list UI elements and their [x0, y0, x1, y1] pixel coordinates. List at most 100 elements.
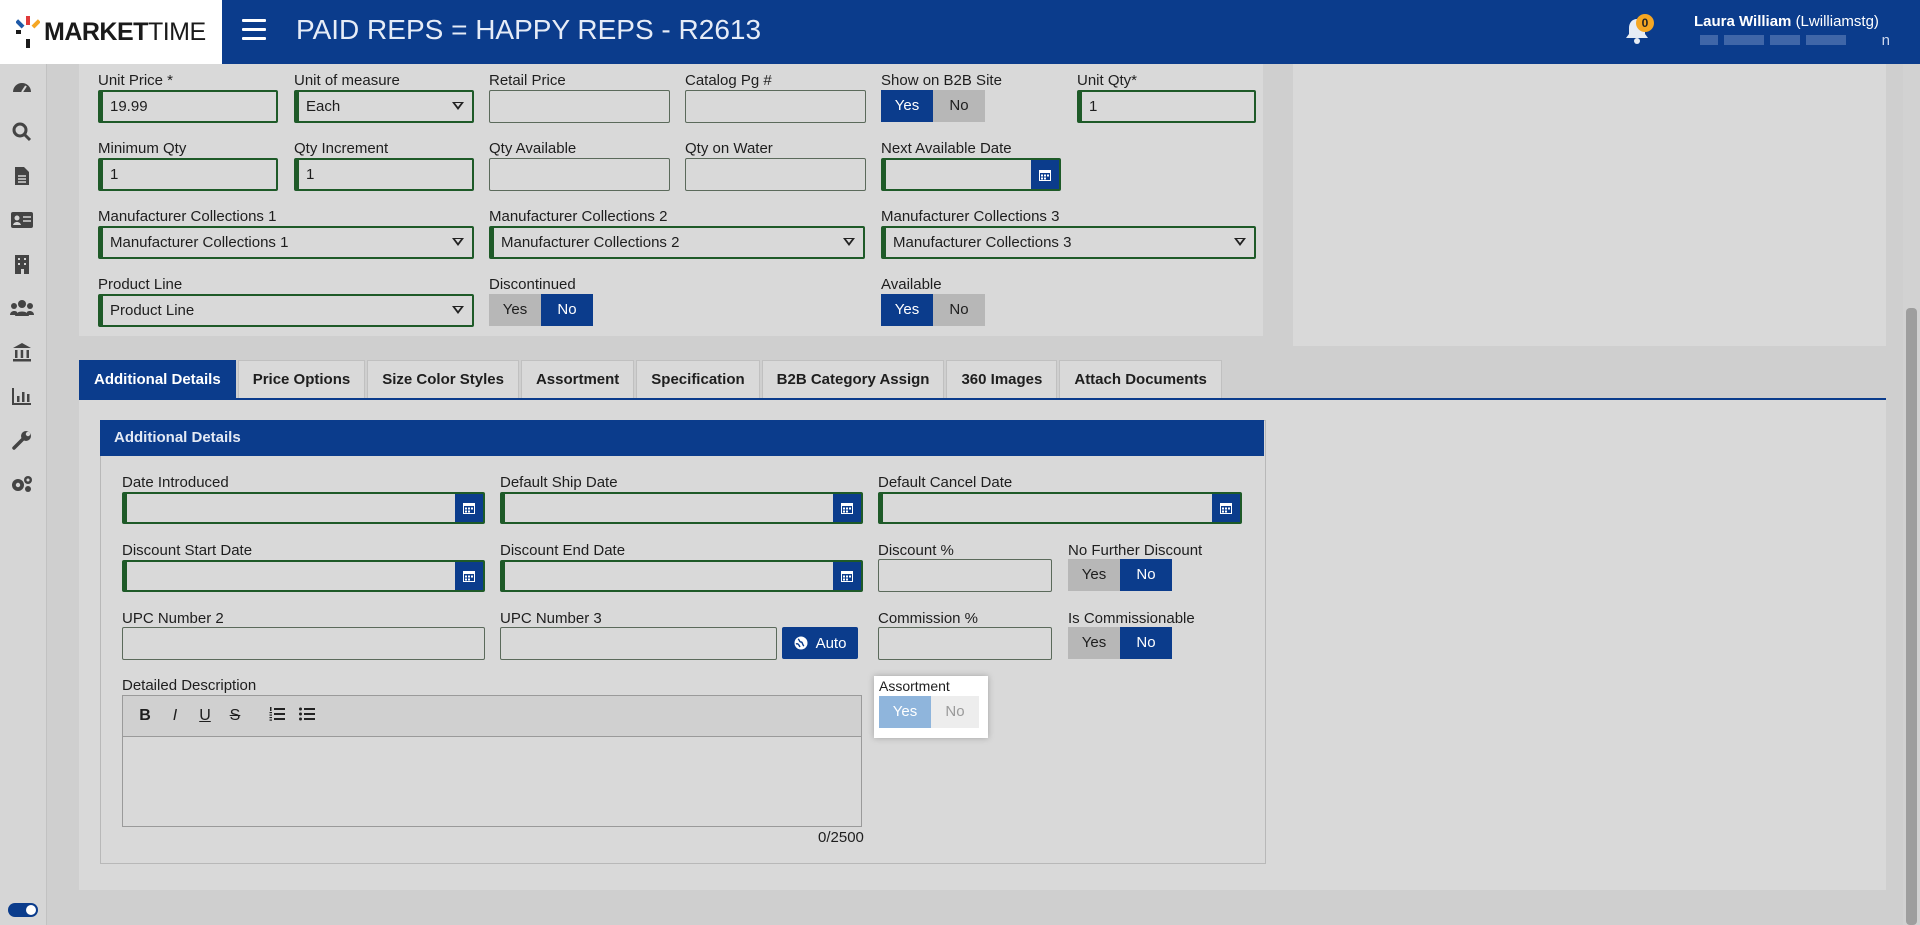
tab-assortment[interactable]: Assortment	[520, 360, 635, 398]
product-line-select[interactable]: Product Line	[98, 294, 474, 327]
users-icon[interactable]	[10, 296, 34, 320]
wrench-icon[interactable]	[10, 428, 34, 452]
retail-price-label: Retail Price	[489, 72, 566, 89]
unit-qty-label: Unit Qty*	[1077, 72, 1138, 89]
menu-toggle-icon[interactable]	[242, 19, 266, 45]
chevron-down-icon	[843, 238, 855, 246]
discount-pct-label: Discount %	[878, 542, 954, 559]
qty-available-input[interactable]	[489, 158, 670, 191]
search-icon[interactable]	[10, 120, 34, 144]
catalog-pg-input[interactable]	[685, 90, 866, 123]
assortment-highlight: Assortment Yes No	[874, 676, 988, 738]
mc3-label: Manufacturer Collections 3	[881, 208, 1060, 225]
discount-pct-input[interactable]	[878, 559, 1052, 592]
available-label: Available	[881, 276, 942, 293]
no-further-discount-no[interactable]: No	[1120, 559, 1172, 591]
underline-button[interactable]: U	[197, 707, 213, 725]
user-subtitle: n	[1700, 32, 1890, 49]
no-further-discount-yes[interactable]: Yes	[1068, 559, 1120, 591]
calendar-icon[interactable]	[455, 562, 483, 590]
available-no[interactable]: No	[933, 294, 985, 326]
bold-button[interactable]: B	[137, 707, 153, 725]
assortment-toggle[interactable]: Yes No	[879, 696, 979, 728]
tab-attach-documents[interactable]: Attach Documents	[1059, 360, 1222, 398]
theme-toggle[interactable]	[8, 903, 38, 917]
tab-b2b-category-assign[interactable]: B2B Category Assign	[761, 360, 945, 398]
is-commissionable-yes[interactable]: Yes	[1068, 627, 1120, 659]
show-b2b-toggle[interactable]: Yes No	[881, 90, 985, 122]
chart-icon[interactable]	[10, 384, 34, 408]
commission-pct-input[interactable]	[878, 627, 1052, 660]
unit-price-input[interactable]: 19.99	[98, 90, 278, 123]
calendar-icon[interactable]	[833, 494, 861, 522]
discontinued-yes[interactable]: Yes	[489, 294, 541, 326]
is-commissionable-toggle[interactable]: Yes No	[1068, 627, 1172, 659]
default-ship-input[interactable]	[500, 492, 863, 524]
uom-select[interactable]: Each	[294, 90, 474, 123]
mc1-select[interactable]: Manufacturer Collections 1	[98, 226, 474, 259]
available-toggle[interactable]: Yes No	[881, 294, 985, 326]
dashboard-icon[interactable]	[10, 76, 34, 100]
tab-specification[interactable]: Specification	[636, 360, 760, 398]
building-icon[interactable]	[10, 252, 34, 276]
assortment-no[interactable]: No	[931, 696, 979, 728]
mc1-label: Manufacturer Collections 1	[98, 208, 277, 225]
discontinued-toggle[interactable]: Yes No	[489, 294, 593, 326]
italic-button[interactable]: I	[167, 707, 183, 725]
assortment-yes[interactable]: Yes	[879, 696, 931, 728]
bullet-list-icon[interactable]	[299, 707, 315, 726]
date-introduced-input[interactable]	[122, 492, 485, 524]
contact-card-icon[interactable]	[10, 208, 34, 232]
editor-body[interactable]	[123, 737, 861, 827]
chevron-down-icon	[452, 102, 464, 110]
qty-available-label: Qty Available	[489, 140, 577, 157]
tab-price-options[interactable]: Price Options	[237, 360, 366, 398]
default-ship-label: Default Ship Date	[500, 474, 618, 491]
user-name[interactable]: Laura William (Lwilliamstg)	[1694, 13, 1879, 30]
upc2-label: UPC Number 2	[122, 610, 224, 627]
discount-start-input[interactable]	[122, 560, 485, 592]
qty-increment-input[interactable]: 1	[294, 158, 474, 191]
tab-size-color-styles[interactable]: Size Color Styles	[367, 360, 519, 398]
available-yes[interactable]: Yes	[881, 294, 933, 326]
min-qty-input[interactable]: 1	[98, 158, 278, 191]
ordered-list-icon[interactable]	[269, 706, 285, 726]
mc3-select[interactable]: Manufacturer Collections 3	[881, 226, 1256, 259]
logo[interactable]: MARKETTIME	[0, 0, 222, 64]
next-available-input[interactable]	[881, 158, 1061, 191]
calendar-icon[interactable]	[1212, 494, 1240, 522]
unit-qty-input[interactable]: 1	[1077, 90, 1256, 123]
logo-mark-icon	[16, 16, 40, 48]
calendar-icon[interactable]	[833, 562, 861, 590]
upc3-input[interactable]	[500, 627, 777, 660]
calendar-icon[interactable]	[1031, 160, 1059, 189]
notification-count-badge: 0	[1636, 14, 1654, 32]
catalog-pg-label: Catalog Pg #	[685, 72, 772, 89]
is-commissionable-no[interactable]: No	[1120, 627, 1172, 659]
calendar-icon[interactable]	[455, 494, 483, 522]
strikethrough-button[interactable]: S	[227, 707, 243, 725]
bank-icon[interactable]	[10, 340, 34, 364]
chevron-down-icon	[452, 238, 464, 246]
tab-360-images[interactable]: 360 Images	[946, 360, 1058, 398]
no-further-discount-toggle[interactable]: Yes No	[1068, 559, 1172, 591]
upc2-input[interactable]	[122, 627, 485, 660]
discount-start-label: Discount Start Date	[122, 542, 253, 559]
qty-increment-label: Qty Increment	[294, 140, 389, 157]
tab-additional-details[interactable]: Additional Details	[79, 360, 236, 398]
discount-end-input[interactable]	[500, 560, 863, 592]
qty-on-water-input[interactable]	[685, 158, 866, 191]
retail-price-input[interactable]	[489, 90, 670, 123]
unit-price-label: Unit Price *	[98, 72, 174, 89]
discontinued-no[interactable]: No	[541, 294, 593, 326]
show-b2b-no[interactable]: No	[933, 90, 985, 122]
page-scrollbar-thumb[interactable]	[1906, 308, 1917, 925]
default-cancel-input[interactable]	[878, 492, 1242, 524]
document-icon[interactable]	[10, 164, 34, 188]
show-b2b-yes[interactable]: Yes	[881, 90, 933, 122]
gears-icon[interactable]	[10, 472, 34, 496]
auto-button[interactable]: Auto	[782, 627, 858, 659]
section-title: Additional Details	[100, 420, 1264, 456]
chevron-down-icon	[1234, 238, 1246, 246]
mc2-select[interactable]: Manufacturer Collections 2	[489, 226, 865, 259]
